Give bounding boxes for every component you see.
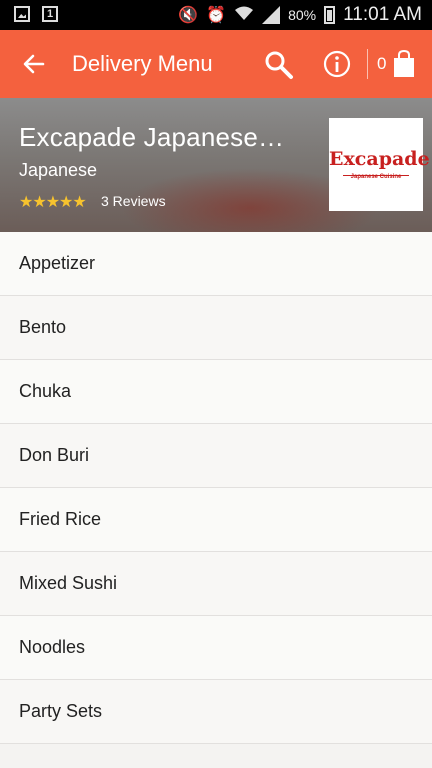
mute-icon: 🔇: [178, 7, 199, 24]
wifi-icon: [234, 5, 254, 26]
back-button[interactable]: [18, 48, 50, 80]
restaurant-cuisine: Japanese: [19, 160, 98, 180]
search-button[interactable]: [262, 48, 296, 82]
restaurant-header: Excapade Japanese… Japanese ★★★★★ 3 Revi…: [0, 98, 432, 232]
menu-category-appetizer[interactable]: Appetizer: [0, 232, 432, 296]
menu-category-list: Appetizer Bento Chuka Don Buri Fried Ric…: [0, 232, 432, 744]
info-button[interactable]: [322, 49, 352, 79]
rating-stars: ★★★★★: [19, 194, 87, 211]
gallery-notification-icon: [14, 6, 30, 22]
menu-category-noodles[interactable]: Noodles: [0, 616, 432, 680]
menu-category-party-sets[interactable]: Party Sets: [0, 680, 432, 744]
page-title: Delivery Menu: [72, 51, 213, 76]
signal-icon: [262, 6, 281, 24]
restaurant-name: Excapade Japanese…: [19, 122, 285, 152]
app-bar: Delivery Menu 0: [0, 30, 432, 98]
battery-percent: 80%: [288, 7, 317, 23]
cart-button[interactable]: [392, 49, 416, 78]
info-icon: [323, 50, 351, 78]
logo-text: Excapade: [329, 148, 430, 170]
menu-category-chuka[interactable]: Chuka: [0, 360, 432, 424]
search-icon: [265, 51, 293, 79]
logo-subtext: Japanese Cuisine: [350, 174, 402, 180]
cart-count[interactable]: 0: [377, 54, 386, 74]
sim-notification-icon: 1: [42, 6, 58, 22]
shopping-bag-icon: [394, 49, 414, 77]
alarm-icon: ⏰: [206, 7, 227, 24]
status-bar: 1 🔇 ⏰ 80% 11:01 AM: [0, 0, 432, 30]
reviews-link[interactable]: 3 Reviews: [101, 193, 166, 209]
toolbar-divider: [367, 49, 368, 79]
menu-category-fried-rice[interactable]: Fried Rice: [0, 488, 432, 552]
menu-category-don-buri[interactable]: Don Buri: [0, 424, 432, 488]
clock: 11:01 AM: [343, 4, 422, 25]
restaurant-logo: Excapade Japanese Cuisine: [329, 118, 430, 211]
menu-category-mixed-sushi[interactable]: Mixed Sushi: [0, 552, 432, 616]
battery-icon: [324, 6, 336, 24]
back-arrow-icon: [23, 54, 45, 74]
menu-category-bento[interactable]: Bento: [0, 296, 432, 360]
